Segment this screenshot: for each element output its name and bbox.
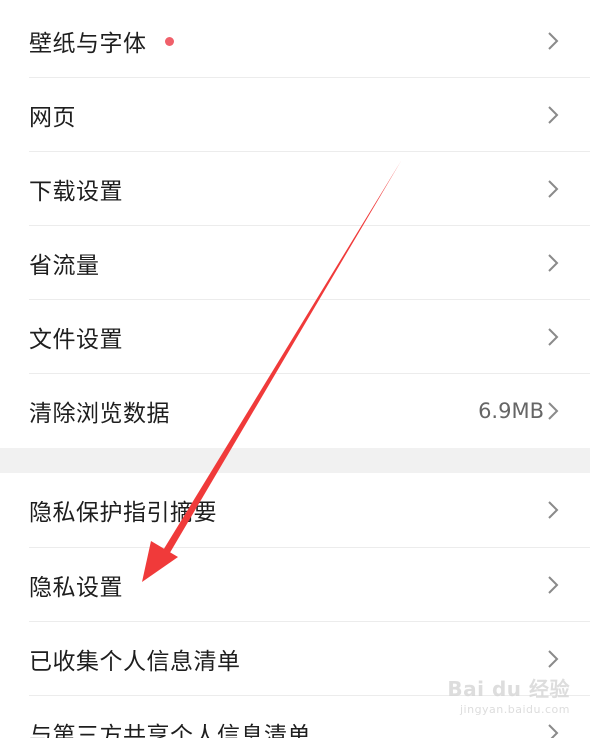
watermark: Bai du 经验 jingyan.baidu.com xyxy=(447,673,570,716)
settings-item-label: 已收集个人信息清单 xyxy=(29,648,241,675)
watermark-logo: Bai du 经验 xyxy=(447,677,570,701)
settings-item-label: 清除浏览数据 xyxy=(29,401,170,427)
settings-item-label: 文件设置 xyxy=(29,326,123,353)
section-separator xyxy=(0,448,590,473)
settings-item-label: 省流量 xyxy=(29,252,100,279)
settings-item-privacy-summary[interactable]: 隐私保护指引摘要 xyxy=(0,473,590,547)
watermark-url: jingyan.baidu.com xyxy=(459,703,570,716)
settings-item-label: 壁纸与字体 xyxy=(29,30,147,57)
chevron-right-icon xyxy=(548,501,559,519)
settings-item-data-saver[interactable]: 省流量 xyxy=(0,226,590,299)
settings-item-label: 网页 xyxy=(29,104,76,131)
cache-size-value: 6.9MB xyxy=(478,399,544,423)
settings-item-label: 隐私保护指引摘要 xyxy=(29,500,217,526)
settings-item-download[interactable]: 下载设置 xyxy=(0,152,590,225)
chevron-right-icon xyxy=(548,179,559,198)
settings-item-label: 与第三方共享个人信息清单 xyxy=(29,722,311,738)
chevron-right-icon xyxy=(548,253,559,272)
settings-item-clear-data[interactable]: 清除浏览数据 6.9MB xyxy=(0,374,590,448)
chevron-right-icon xyxy=(548,649,559,668)
chevron-right-icon xyxy=(548,327,559,346)
chevron-right-icon xyxy=(548,31,559,50)
red-dot-badge xyxy=(165,37,174,46)
settings-item-webpage[interactable]: 网页 xyxy=(0,78,590,151)
chevron-right-icon xyxy=(548,402,559,420)
settings-page: 壁纸与字体 网页 下载设置 省流量 文件设置 清除浏览数据 6.9MB 隐私保护… xyxy=(0,0,590,738)
settings-item-wallpaper-font[interactable]: 壁纸与字体 xyxy=(0,4,590,77)
settings-item-file[interactable]: 文件设置 xyxy=(0,300,590,373)
chevron-right-icon xyxy=(548,723,559,738)
settings-item-label: 下载设置 xyxy=(29,178,123,205)
settings-item-label: 隐私设置 xyxy=(29,574,123,601)
settings-item-privacy-settings[interactable]: 隐私设置 xyxy=(0,548,590,621)
chevron-right-icon xyxy=(548,575,559,594)
chevron-right-icon xyxy=(548,105,559,124)
